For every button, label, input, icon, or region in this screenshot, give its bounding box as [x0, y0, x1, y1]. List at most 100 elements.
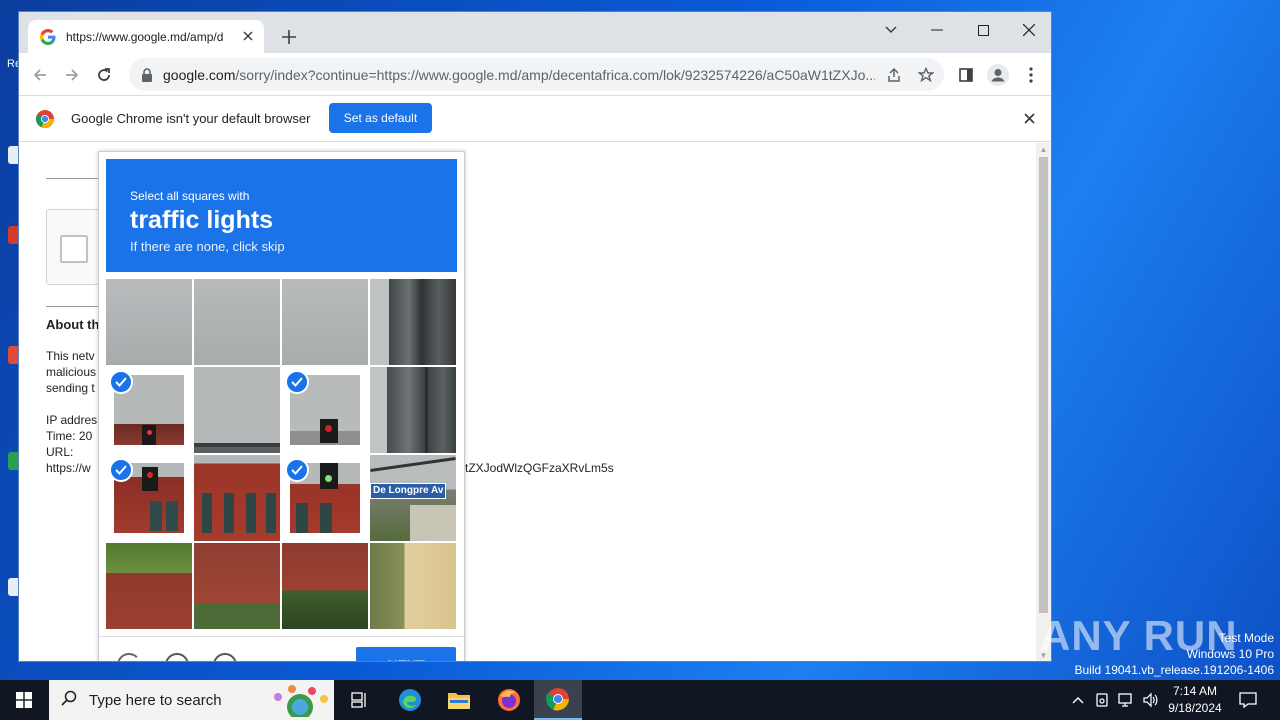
reload-icon[interactable] — [92, 63, 116, 87]
recaptcha-challenge: Select all squares with traffic lights I… — [98, 151, 465, 661]
forward-icon[interactable] — [60, 63, 84, 87]
tile-selected-check-icon — [285, 370, 309, 394]
challenge-target: traffic lights — [130, 206, 274, 234]
device-icon[interactable] — [1092, 690, 1112, 710]
browser-tab[interactable]: https://www.google.md/amp/d — [28, 20, 264, 53]
side-panel-icon[interactable] — [954, 63, 978, 87]
grid-tile-6[interactable] — [194, 367, 280, 453]
set-as-default-button[interactable]: Set as default — [329, 103, 432, 133]
close-infobar-icon[interactable] — [1021, 110, 1037, 126]
grid-tile-7[interactable] — [282, 367, 368, 453]
windows-start-icon[interactable] — [0, 680, 48, 720]
scrollbar[interactable]: ▲ ▼ — [1036, 143, 1051, 661]
tab-search-icon[interactable] — [875, 16, 907, 44]
taskbar: Type here to search 7:14 AM 9/18/2024 — [0, 680, 1280, 720]
url-path: /sorry/index?continue=https://www.google… — [235, 66, 875, 83]
grid-tile-15[interactable] — [282, 543, 368, 629]
maximize-icon[interactable] — [967, 16, 999, 44]
url-value-start: https://w — [46, 461, 91, 475]
share-icon[interactable] — [885, 66, 903, 84]
grid-tile-14[interactable] — [194, 543, 280, 629]
show-hidden-icons-icon[interactable] — [1068, 690, 1088, 710]
url-host: google.com — [163, 66, 236, 83]
grid-tile-8[interactable] — [370, 367, 456, 453]
clock-time: 7:14 AM — [1172, 684, 1218, 698]
google-icon — [40, 28, 56, 45]
street-sign: De Longpre Av — [370, 483, 446, 499]
tile-selected-check-icon — [109, 458, 133, 482]
url-label: URL: — [46, 445, 74, 459]
challenge-header: Select all squares with traffic lights I… — [106, 159, 457, 272]
chrome-window: https://www.google.md/amp/d google.com/s… — [18, 11, 1052, 662]
divider — [46, 306, 106, 307]
address-bar[interactable]: google.com/sorry/index?continue=https://… — [129, 58, 944, 91]
infobar-message: Google Chrome isn't your default browser — [71, 111, 311, 126]
close-tab-icon[interactable] — [240, 28, 256, 44]
notifications-icon[interactable] — [1238, 690, 1258, 710]
close-window-icon[interactable] — [1013, 16, 1045, 44]
body-line: sending t — [46, 381, 95, 395]
image-grid: De Longpre Av — [106, 279, 457, 630]
url-text: google.com/sorry/index?continue=https://… — [163, 67, 875, 83]
body-line: This netv — [46, 349, 95, 363]
tile-selected-check-icon — [285, 458, 309, 482]
help-info-icon[interactable] — [213, 653, 237, 661]
default-browser-infobar: Google Chrome isn't your default browser… — [19, 96, 1051, 142]
task-view-icon[interactable] — [336, 680, 384, 720]
test-mode-watermark: Test Mode Windows 10 Pro Build 19041.vb_… — [1075, 630, 1275, 678]
scroll-thumb[interactable] — [1039, 157, 1048, 613]
body-line: malicious — [46, 365, 97, 379]
grid-tile-16[interactable] — [370, 543, 456, 629]
next-button[interactable]: NEXT — [356, 647, 456, 661]
grid-tile-4[interactable] — [370, 279, 456, 365]
search-placeholder: Type here to search — [89, 691, 222, 709]
time-label: Time: 20 — [46, 429, 93, 443]
menu-kebab-icon[interactable] — [1019, 63, 1043, 87]
grid-tile-1[interactable] — [106, 279, 192, 365]
grid-tile-5[interactable] — [106, 367, 192, 453]
lock-icon[interactable] — [141, 67, 153, 82]
grid-tile-11[interactable] — [282, 455, 368, 541]
url-value-tail: tZXJodWlzQGFzaXRvLm5s — [465, 461, 614, 475]
test-mode-label: Test Mode — [1218, 631, 1274, 645]
network-icon[interactable] — [1116, 690, 1136, 710]
volume-icon[interactable] — [1140, 690, 1160, 710]
scroll-up-icon[interactable]: ▲ — [1039, 145, 1048, 154]
edge-icon[interactable] — [386, 680, 434, 720]
minimize-icon[interactable] — [921, 16, 953, 44]
recaptcha-checkbox[interactable] — [60, 235, 88, 263]
grid-tile-2[interactable] — [194, 279, 280, 365]
firefox-icon[interactable] — [485, 680, 533, 720]
search-highlight-icon — [268, 683, 330, 720]
file-explorer-icon[interactable] — [435, 680, 483, 720]
tile-selected-check-icon — [109, 370, 133, 394]
audio-challenge-icon[interactable] — [165, 653, 189, 661]
about-heading: About th — [46, 317, 100, 332]
chrome-taskbar-icon[interactable] — [534, 680, 582, 720]
title-bar: https://www.google.md/amp/d — [19, 12, 1051, 53]
back-icon[interactable] — [28, 63, 52, 87]
taskbar-search[interactable]: Type here to search — [49, 680, 334, 720]
challenge-skip-hint: If there are none, click skip — [130, 239, 285, 254]
bookmark-star-icon[interactable] — [917, 66, 935, 84]
tab-title: https://www.google.md/amp/d — [66, 29, 224, 44]
grid-tile-12[interactable]: De Longpre Av — [370, 455, 456, 541]
grid-tile-9[interactable] — [106, 455, 192, 541]
ip-address-label: IP addres — [46, 413, 98, 427]
clock[interactable]: 7:14 AM 9/18/2024 — [1160, 683, 1230, 717]
divider — [46, 178, 106, 179]
challenge-instruction: Select all squares with — [130, 189, 250, 203]
chrome-logo-icon — [36, 110, 54, 128]
windows-edition-label: Windows 10 Pro — [1186, 647, 1274, 661]
toolbar: google.com/sorry/index?continue=https://… — [19, 53, 1051, 96]
grid-tile-10[interactable] — [194, 455, 280, 541]
clock-date: 9/18/2024 — [1168, 701, 1222, 715]
search-icon — [61, 690, 77, 711]
new-tab-icon[interactable] — [278, 26, 300, 48]
reload-challenge-icon[interactable] — [117, 653, 141, 661]
windows-build-label: Build 19041.vb_release.191206-1406 — [1074, 663, 1275, 677]
profile-icon[interactable] — [986, 63, 1010, 87]
grid-tile-13[interactable] — [106, 543, 192, 629]
challenge-footer: NEXT — [99, 636, 464, 661]
grid-tile-3[interactable] — [282, 279, 368, 365]
